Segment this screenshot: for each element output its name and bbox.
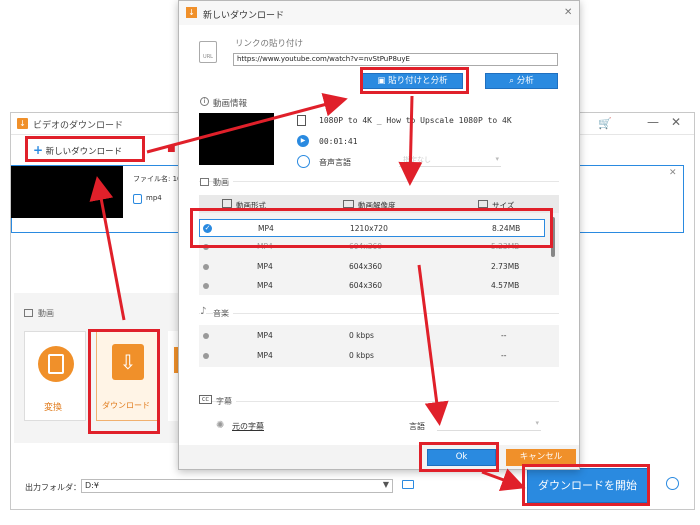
annotation-arrows [89, 93, 526, 492]
arrow-3 [398, 95, 423, 186]
arrow-4 [417, 264, 449, 426]
arrow-2 [146, 93, 348, 154]
arrow-1 [89, 176, 126, 321]
arrow-5 [481, 468, 526, 492]
